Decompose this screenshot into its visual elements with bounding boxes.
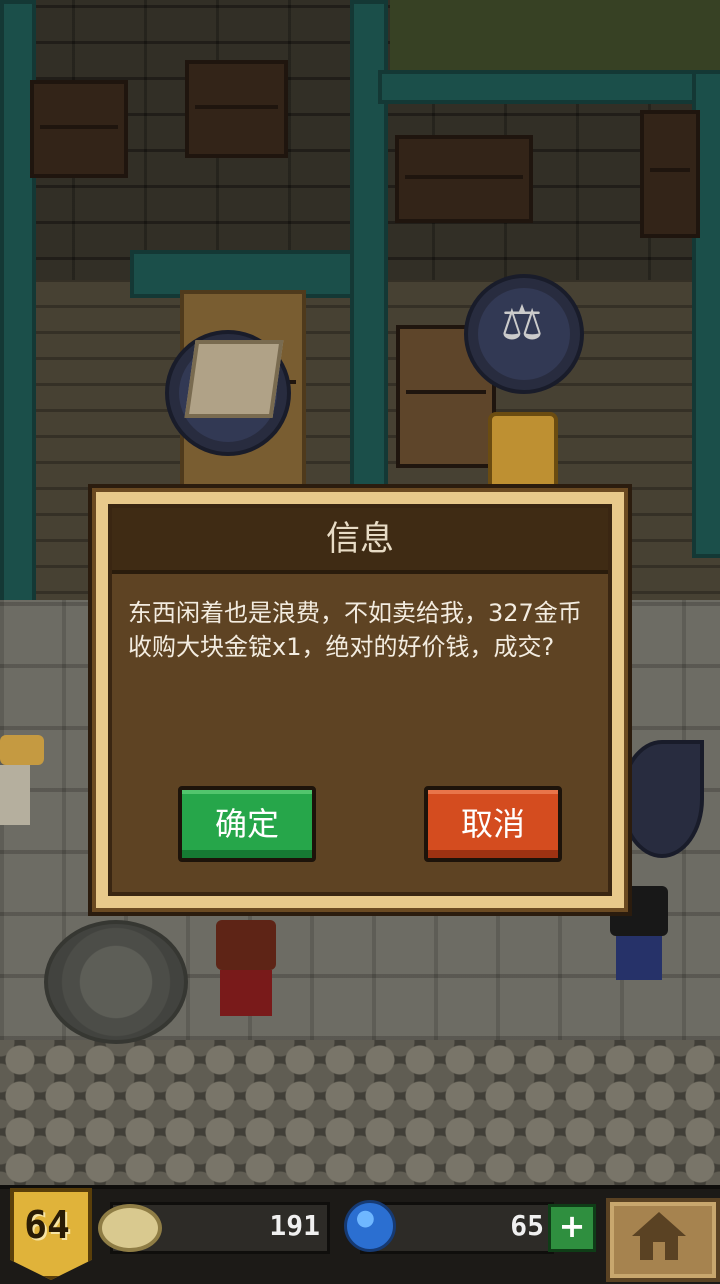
cancel-button[interactable]: 取消 <box>424 786 562 862</box>
home-icon <box>632 1212 686 1260</box>
dialog-body: 信息 东西闲着也是浪费，不如卖给我，327金币收购大块金锭x1，绝对的好价钱，成… <box>108 504 612 896</box>
player-level: 64 <box>24 1203 70 1247</box>
add-gems-button[interactable]: + <box>548 1204 596 1252</box>
confirm-button[interactable]: 确定 <box>178 786 316 862</box>
dialog-message: 东西闲着也是浪费，不如卖给我，327金币收购大块金锭x1，绝对的好价钱，成交? <box>128 599 582 661</box>
gold-count: 191 <box>269 1209 320 1242</box>
gem-count: 65 <box>510 1209 544 1242</box>
gold-coin-icon <box>98 1204 162 1252</box>
info-dialog: 信息 东西闲着也是浪费，不如卖给我，327金币收购大块金锭x1，绝对的好价钱，成… <box>92 488 628 912</box>
dialog-title: 信息 <box>112 508 608 574</box>
blue-gem-icon <box>344 1200 396 1252</box>
